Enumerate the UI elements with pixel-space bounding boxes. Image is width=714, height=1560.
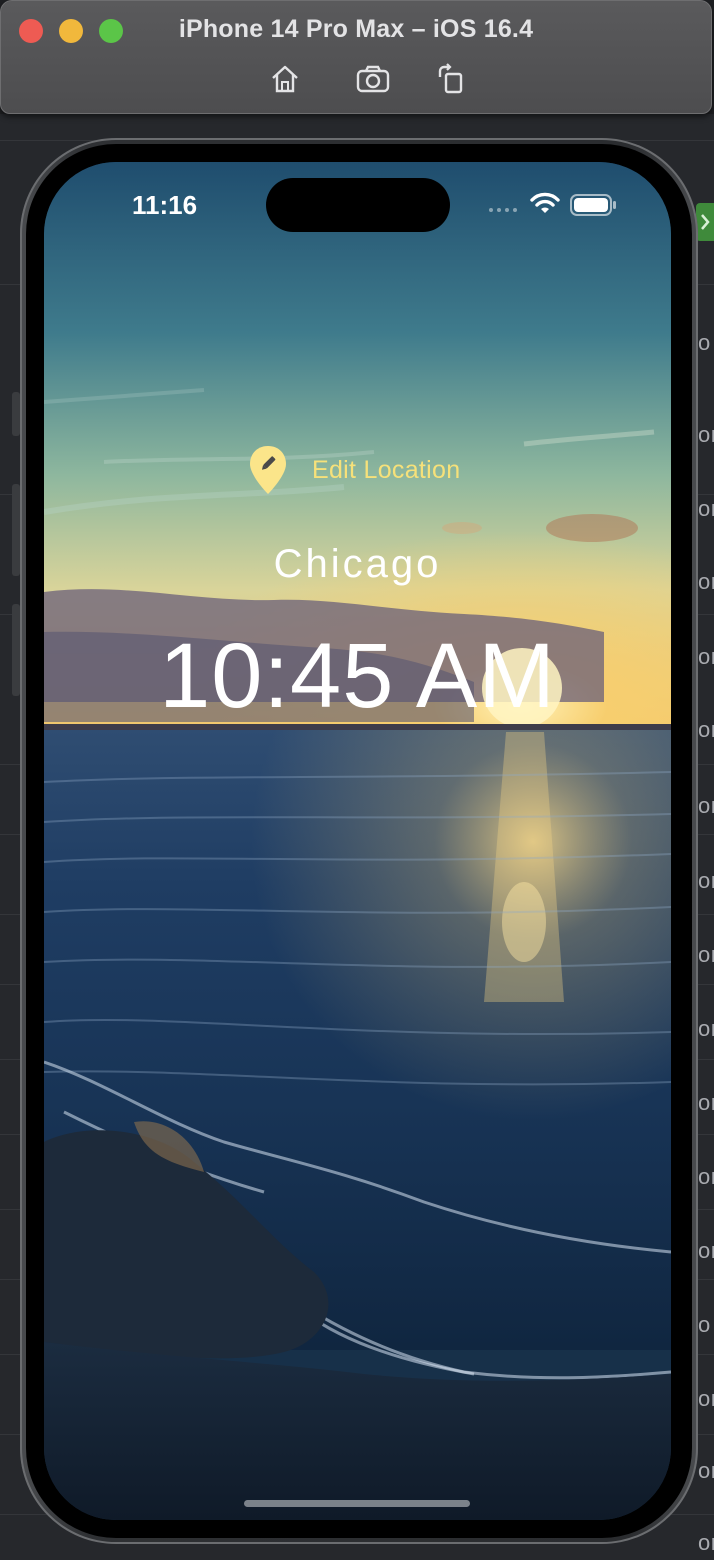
simulator-title: iPhone 14 Pro Max – iOS 16.4: [178, 15, 534, 43]
rotate-icon: [438, 63, 463, 94]
battery-icon: [570, 194, 616, 216]
ide-edge-glyph: oı: [698, 942, 714, 967]
phone-screen: 11:16 Edit Location Chicago 10:45 AM: [44, 162, 671, 1520]
ide-edge-glyph: oı: [698, 644, 714, 669]
home-indicator[interactable]: [244, 1500, 470, 1507]
location-time: 10:45 AM: [159, 625, 556, 727]
volume-down-button[interactable]: [12, 604, 20, 696]
status-bar-time: 11:16: [132, 190, 198, 220]
edit-location-label: Edit Location: [312, 455, 461, 484]
ide-edge-glyph: oı: [698, 868, 714, 893]
editor-chevron-tab[interactable]: [696, 203, 714, 241]
ide-edge-glyph: oı: [698, 717, 714, 742]
ide-edge-glyph: oı: [698, 1016, 714, 1041]
ide-edge-glyph: oı: [698, 1530, 714, 1555]
rotate-button[interactable]: [433, 61, 469, 97]
simulator-title-bar: iPhone 14 Pro Max – iOS 16.4: [0, 0, 712, 114]
cellular-signal-icon: [489, 208, 517, 212]
ide-edge-glyph: oı: [698, 1386, 714, 1411]
camera-icon: [356, 65, 390, 93]
screenshot-button[interactable]: [355, 61, 391, 97]
ide-edge-glyph: oı: [698, 1090, 714, 1115]
edit-location-button[interactable]: Edit Location: [248, 444, 460, 496]
ide-edge-glyph: oı: [698, 569, 714, 594]
page: o oı oı oı oı oı oı oı oı oı oı oı oı o …: [0, 0, 714, 1560]
ide-edge-glyph: oı: [698, 1164, 714, 1189]
sunset-beach-background: [44, 162, 671, 1520]
home-button[interactable]: [267, 61, 303, 97]
ide-edge-glyph: oı: [698, 1238, 714, 1263]
city-name: Chicago: [273, 542, 442, 586]
ide-edge-glyph: o: [698, 330, 711, 355]
ide-edge-glyph: oı: [698, 1458, 714, 1483]
ide-edge-glyph: o: [698, 1312, 711, 1337]
ide-edge-glyph: oı: [698, 496, 714, 521]
volume-up-button[interactable]: [12, 484, 20, 576]
home-icon: [272, 65, 298, 93]
ide-edge-glyph: oı: [698, 422, 714, 447]
dynamic-island: [266, 178, 450, 232]
silent-switch[interactable]: [12, 392, 20, 436]
wifi-icon: [530, 192, 560, 213]
ide-edge-glyph: oı: [698, 793, 714, 818]
location-pin-edit-icon: [250, 446, 286, 494]
